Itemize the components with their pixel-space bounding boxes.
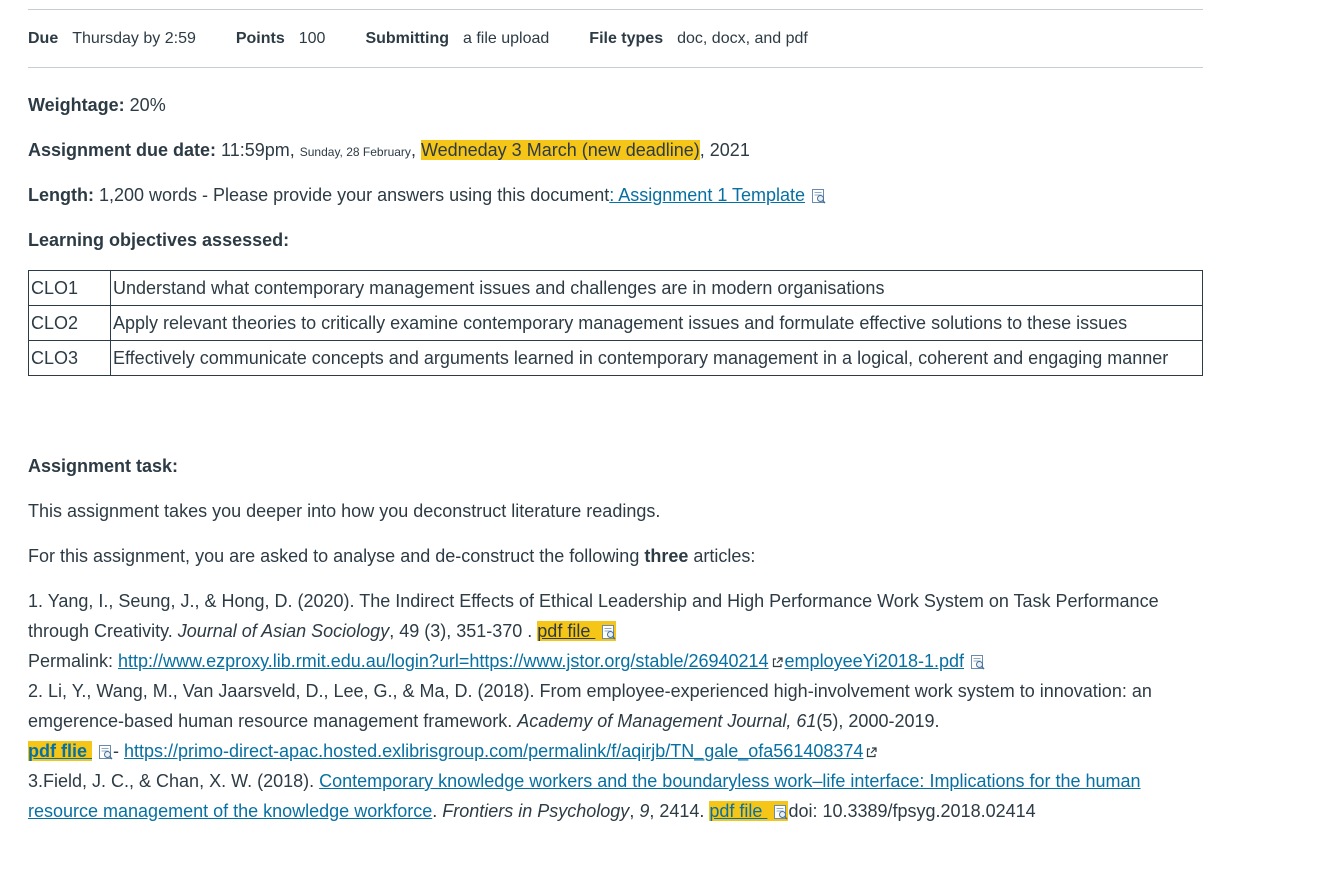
due-year: , 2021 [699,140,750,160]
table-row: CLO1 Understand what contemporary manage… [28,270,1203,306]
ref2-journal: Academy of Management Journal, 61 [517,711,817,731]
clo-text: Understand what contemporary management … [110,270,1203,306]
ref3-journal: Frontiers in Psychology [442,801,630,821]
permalink-file-link[interactable]: employeeYi2018-1.pdf [785,651,964,671]
length-label: Length: [28,185,94,205]
file-preview-icon[interactable] [773,799,788,820]
clo-code: CLO2 [28,305,111,341]
intro-text: This assignment takes you deeper into ho… [28,501,661,521]
articles-intro-pre: For this assignment, you are asked to an… [28,546,645,566]
objectives-table: CLO1 Understand what contemporary manage… [28,270,1203,376]
ref2-url[interactable]: https://primo-direct-apac.hosted.exlibri… [124,741,863,761]
weightage: Weightage: 20% [28,90,166,120]
due-value: Thursday by 2:59 [72,29,196,47]
length-text: 1,200 words - Please provide your answer… [93,185,610,205]
submitting-label: Submitting [365,29,449,47]
ref3-comma: , [629,801,640,821]
ref2-pdf-link[interactable]: pdf flie [28,741,92,761]
assignment-page: Due Thursday by 2:59 Points 100 Submitti… [28,0,1203,821]
clo-code: CLO1 [28,270,111,306]
file-preview-icon[interactable] [970,649,985,670]
objectives-heading: Learning objectives assessed: [28,230,290,250]
articles-intro-post: articles: [688,546,756,566]
table-row: CLO3 Effectively communicate concepts an… [28,340,1203,376]
ref2-tail: (5), 2000-2019. [816,711,940,731]
points-value: 100 [298,29,326,47]
due-date: Assignment due date: 11:59pm, Sunday, 28… [28,135,750,167]
articles-intro-bold: three [644,546,689,566]
filetypes-label: File types [589,29,664,47]
submitting-value: a file upload [463,29,550,47]
due-detail: Due Thursday by 2:59 [28,30,196,48]
ref3-doi: doi: 10.3389/fpsyg.2018.02414 [788,801,1036,821]
external-link-icon [772,647,783,668]
ref1-journal: Journal of Asian Sociology [177,621,390,641]
ref1-pdf-link[interactable]: pdf file [537,621,595,641]
ref3-dot: . [432,801,443,821]
ref2-dash: - [113,741,124,761]
length: Length: 1,200 words - Please provide you… [28,180,826,210]
points-label: Points [235,29,285,47]
file-preview-icon[interactable] [601,619,616,640]
submitting-detail: Submitting a file upload [365,30,549,48]
filetypes-value: doc, docx, and pdf [677,29,808,47]
weightage-label: Weightage: [28,95,125,115]
clo-code: CLO3 [28,340,111,376]
permalink-url[interactable]: http://www.ezproxy.lib.rmit.edu.au/login… [118,651,769,671]
permalink-label: Permalink: [28,651,119,671]
new-deadline: Wedneday 3 March (new deadline) [420,140,700,160]
points-detail: Points 100 [236,30,326,48]
ref3-pdf-link[interactable]: pdf file [709,801,767,821]
ref3-tail: , 2414. [649,801,710,821]
table-row: CLO2 Apply relevant theories to critical… [28,305,1203,341]
due-sep: , [410,140,421,160]
file-preview-icon[interactable] [811,183,826,204]
assignment-details: Due Thursday by 2:59 Points 100 Submitti… [28,10,1203,67]
old-due-date: Sunday, 28 February [299,145,411,159]
template-link[interactable]: : Assignment 1 Template [609,185,805,205]
divider [28,67,1203,68]
ref3-volume: 9 [639,801,650,821]
due-label: Due [28,29,59,47]
ref3-text: 3.Field, J. C., & Chan, X. W. (2018). [28,771,320,791]
filetypes-detail: File types doc, docx, and pdf [589,30,808,48]
ref1-tail: , 49 (3), 351-370 . [389,621,538,641]
weightage-value: 20% [124,95,166,115]
clo-text: Apply relevant theories to critically ex… [110,305,1203,341]
references: 1. Yang, I., Seung, J., & Hong, D. (2020… [28,586,1203,826]
articles-intro: For this assignment, you are asked to an… [28,541,755,571]
due-date-label: Assignment due date: [28,140,217,160]
clo-text: Effectively communicate concepts and arg… [110,340,1203,376]
external-link-icon [866,737,878,758]
task-heading: Assignment task: [28,456,179,476]
due-time: 11:59pm, [216,140,300,160]
file-preview-icon[interactable] [98,739,113,760]
